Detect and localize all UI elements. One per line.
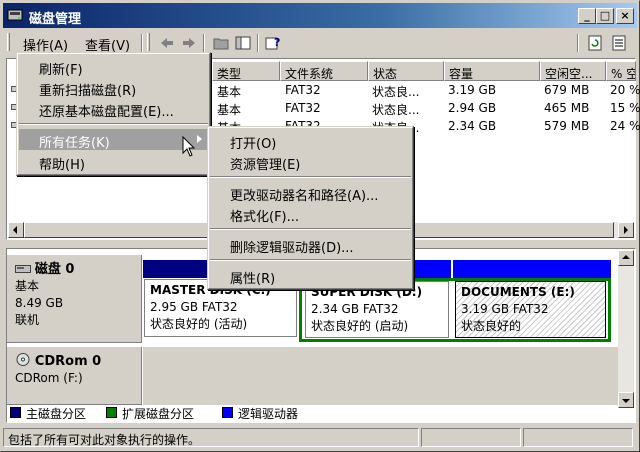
row-cell-status: 状态良... [372,103,420,117]
menu-separator [19,123,208,125]
toolbar-grip-2[interactable] [147,33,150,51]
column-header-filesystem[interactable]: 文件系统 [280,61,368,81]
all-tasks-submenu: 打开(O) 资源管理(E) 更改驱动器名和路径(A)... 格式化(F)... … [207,126,414,290]
minimize-button[interactable]: _ [578,8,596,24]
cdrom-empty-area [143,347,619,405]
disk-type: 基本 [15,279,40,293]
menu-separator [210,228,411,230]
row-cell-type: 基本 [217,103,242,117]
maximize-button[interactable]: □ [596,8,614,24]
svg-text:?: ? [274,36,280,49]
toolbar-separator [203,34,205,52]
partition-e[interactable]: DOCUMENTS (E:) 3.19 GB FAT32 状态良好的 [455,281,606,338]
menu-item-all-tasks[interactable]: 所有任务(K) [19,129,208,151]
menu-item-help[interactable]: 帮助(H) [19,151,208,173]
cdrom-icon [16,353,30,366]
title-bar[interactable]: 磁盘管理 _ □ × [3,3,637,28]
disk-management-icon [7,9,23,21]
row-cell-free: 679 MB [544,83,590,97]
row-cell-capacity: 3.19 GB [448,83,497,97]
column-header-status[interactable]: 状态 [368,61,444,81]
scroll-left-button[interactable] [8,222,24,238]
column-header-type[interactable]: 类型 [212,61,280,81]
submenu-item-format[interactable]: 格式化(F)... [210,203,411,225]
row-cell-capacity: 2.94 GB [448,101,497,115]
row-cell-type: 基本 [217,85,242,99]
menu-item-refresh[interactable]: 刷新(F) [19,56,208,78]
row-cell-status: 状态良... [372,85,420,99]
legend-swatch-primary [10,407,21,418]
partition-status: 状态良好的 [461,319,522,333]
submenu-item-delete-logical-drive[interactable]: 删除逻辑驱动器(D)... [210,234,411,256]
back-arrow-icon[interactable] [159,35,175,51]
status-bar: 包括了所有可对此对象执行的操作。 [3,427,637,449]
menu-separator [210,176,411,178]
partition-info: 3.19 GB FAT32 [461,302,549,316]
arrow-right-icon [624,226,628,234]
forward-arrow-icon[interactable] [181,35,197,51]
row-cell-filesystem: FAT32 [285,101,321,115]
legend-label-primary: 主磁盘分区 [26,407,87,421]
row-cell-percent: 20 % [610,83,640,97]
toolbar-grip[interactable] [7,33,10,51]
legend-label-extended: 扩展磁盘分区 [122,407,195,421]
column-header-percent-free[interactable]: % 空 [606,61,636,81]
vertical-scrollbar[interactable] [618,250,634,408]
disk-name: CDRom 0 [34,354,102,369]
toolbar-separator [141,34,143,52]
toolbar-separator [577,34,579,52]
column-header-free-space[interactable]: 空闲空... [540,61,606,81]
disk-0-label[interactable]: 磁盘 0 基本 8.49 GB 联机 [7,255,142,343]
submenu-item-properties[interactable]: 属性(R) [210,265,411,287]
arrow-left-icon [13,226,17,234]
disk-type: CDRom (F:) [15,371,83,385]
submenu-item-open[interactable]: 打开(O) [210,130,411,152]
row-cell-percent: 15 % [610,101,640,115]
logical-drive-bar [453,260,611,278]
row-cell-free: 465 MB [544,101,590,115]
refresh-icon[interactable] [587,35,603,51]
scroll-right-button[interactable] [618,222,634,238]
column-header-capacity[interactable]: 容量 [444,61,540,81]
menu-item-rescan-disks[interactable]: 重新扫描磁盘(R) [19,77,208,99]
status-text: 包括了所有可对此对象执行的操作。 [3,428,419,447]
close-button[interactable]: × [616,8,634,24]
legend: 主磁盘分区 扩展磁盘分区 逻辑驱动器 [6,403,636,423]
console-tree-icon[interactable] [235,35,251,51]
submenu-item-explore[interactable]: 资源管理(E) [210,151,411,173]
legend-swatch-extended [106,407,117,418]
partition-status: 状态良好的 (启动) [311,319,409,333]
disk-status: 联机 [15,313,40,327]
disk-name: 磁盘 0 [34,262,75,277]
partition-status: 状态良好的 (活动) [150,317,248,331]
toolbar-separator [257,34,259,52]
all-tasks-label: 所有任务(K) [39,136,110,151]
legend-swatch-logical [222,407,233,418]
properties-icon[interactable] [611,35,627,51]
disk-size: 8.49 GB [15,296,64,310]
row-cell-percent: 24 % [610,119,640,133]
legend-label-logical: 逻辑驱动器 [238,407,299,421]
submenu-item-change-drive-letter[interactable]: 更改驱动器名和路径(A)... [210,182,411,204]
partition-info: 2.34 GB FAT32 [311,302,399,316]
mouse-pointer-icon [182,136,196,157]
help-icon[interactable]: ? [265,35,281,51]
arrow-up-icon [622,255,630,259]
folder-up-icon[interactable] [213,35,229,51]
partition-name: DOCUMENTS (E:) [461,285,575,299]
row-cell-capacity: 2.34 GB [448,119,497,133]
row-cell-filesystem: FAT32 [285,83,321,97]
window-title: 磁盘管理 [29,12,82,27]
menu-item-restore-config[interactable]: 还原基本磁盘配置(E)... [19,98,208,120]
submenu-arrow-icon [197,135,202,143]
row-cell-free: 579 MB [544,119,590,133]
scroll-up-button[interactable] [618,250,634,266]
menu-separator [210,259,411,261]
status-panel-3 [523,428,633,447]
hard-disk-icon [15,265,31,273]
status-panel-2 [421,428,521,447]
cdrom-0-label[interactable]: CDRom 0 CDRom (F:) [7,347,142,405]
partition-info: 2.95 GB FAT32 [150,300,238,314]
